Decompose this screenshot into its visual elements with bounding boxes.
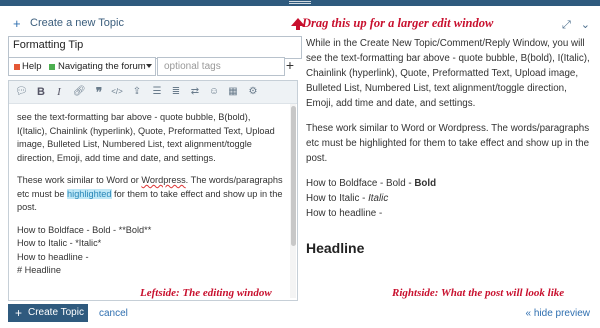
upload-icon[interactable]: ⇪ (131, 85, 143, 99)
category-badge-navigating (49, 64, 55, 70)
editor-line: # Headline (17, 265, 61, 275)
preview-line: How to Italic - Italic (306, 193, 389, 204)
numbered-list-icon[interactable]: ≣ (170, 85, 182, 99)
emoji-icon[interactable]: ☺ (208, 85, 220, 99)
text-direction-icon[interactable]: ⇄ (189, 85, 201, 99)
preview-headline: Headline (306, 240, 365, 256)
scrollbar-thumb[interactable] (291, 106, 296, 246)
code-icon[interactable]: </> (111, 85, 123, 99)
highlighted-word: highlighted (67, 188, 112, 199)
composer-title: Create a new Topic (30, 17, 124, 29)
link-icon[interactable]: 🔗︎ (73, 85, 86, 99)
editing-window[interactable]: 💬︎ B I 🔗︎ ❞ </> ⇪ ☰ ≣ ⇄ ☺ ▦ ⚙ see the te… (8, 80, 298, 301)
category-label-help: Help (22, 61, 42, 72)
cancel-link[interactable]: cancel (99, 308, 128, 319)
tags-placeholder: optional tags (164, 61, 221, 72)
bullet-list-icon[interactable]: ☰ (151, 85, 163, 99)
category-badge-help (14, 64, 20, 70)
topic-title-input[interactable]: Formatting Tip (8, 36, 302, 59)
composer-header: + Create a new Topic Drag this up for a … (0, 6, 600, 34)
bold-icon[interactable]: B (35, 85, 47, 99)
calendar-icon[interactable]: ▦ (227, 85, 239, 99)
add-tag-icon[interactable]: + (284, 57, 296, 76)
create-topic-label: Create Topic (28, 307, 84, 318)
editor-paragraph: see the text-formatting bar above - quot… (17, 112, 275, 163)
left-annotation: Leftside: The editing window (140, 287, 272, 299)
formatting-toolbar: 💬︎ B I 🔗︎ ❞ </> ⇪ ☰ ≣ ⇄ ☺ ▦ ⚙ (9, 81, 297, 104)
expand-icon[interactable]: ⤢ (562, 19, 571, 31)
plus-icon: + (15, 306, 23, 320)
editor-paragraph: These work similar to Word or Wordpress.… (17, 175, 283, 212)
right-annotation: Rightside: What the post will look like (392, 287, 565, 299)
chevron-down-icon (146, 64, 152, 68)
preview-line: How to Boldface - Bold - Bold (306, 178, 437, 189)
settings-icon[interactable]: ⚙ (247, 85, 259, 99)
drag-annotation: Drag this up for a larger edit window (302, 16, 494, 30)
create-topic-button[interactable]: + Create Topic (8, 304, 88, 322)
drag-grip-icon[interactable] (289, 1, 311, 5)
editor-textarea[interactable]: see the text-formatting bar above - quot… (17, 111, 283, 278)
quote-icon[interactable]: 💬︎ (15, 85, 28, 99)
plus-icon: + (13, 16, 21, 31)
preview-paragraph: These work similar to Word or Wordpress.… (306, 123, 590, 164)
category-select[interactable]: Help Navigating the forum (8, 57, 156, 76)
preview-paragraph: While in the Create New Topic/Comment/Re… (306, 38, 590, 109)
preview-line: How to headline - (306, 208, 383, 219)
hide-preview-link[interactable]: « hide preview (526, 308, 590, 319)
preview-pane: While in the Create New Topic/Comment/Re… (306, 36, 594, 221)
editor-line: How to Italic - *Italic* (17, 238, 102, 248)
category-label-navigating: Navigating the forum (58, 61, 146, 72)
italic-icon[interactable]: I (53, 85, 65, 99)
editor-line: How to Boldface - Bold - **Bold** (17, 224, 152, 235)
chevron-down-icon[interactable]: ⌄ (581, 19, 590, 31)
tags-input[interactable]: optional tags (157, 57, 285, 76)
editor-line: How to headline - (17, 251, 89, 262)
blockquote-icon[interactable]: ❞ (93, 85, 105, 99)
